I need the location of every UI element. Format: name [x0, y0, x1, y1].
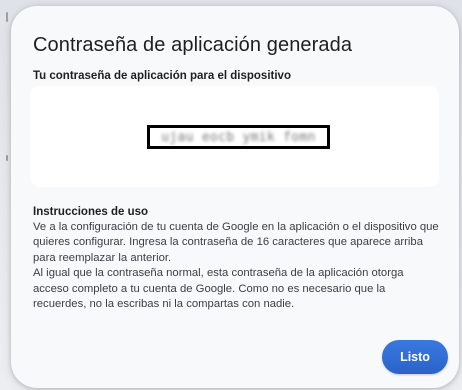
generated-password: ujau eocb ymik fomn	[161, 129, 316, 145]
password-label: Tu contraseña de aplicación para el disp…	[33, 70, 291, 82]
instructions-paragraph: Al igual que la contraseña normal, esta …	[33, 267, 404, 311]
instructions-heading: Instrucciones de uso	[33, 206, 149, 218]
backdrop-mark	[6, 155, 8, 161]
backdrop-mark	[6, 12, 8, 22]
instructions-text: Ve a la configuración de tu cuenta de Go…	[33, 220, 439, 312]
dialog-title: Contraseña de aplicación generada	[33, 34, 353, 56]
redacted-password-frame: ujau eocb ymik fomn	[147, 125, 330, 149]
done-button[interactable]: Listo	[382, 340, 448, 374]
instructions-paragraph: Ve a la configuración de tu cuenta de Go…	[33, 221, 439, 264]
password-display-box: ujau eocb ymik fomn	[30, 86, 439, 187]
app-password-dialog: Contraseña de aplicación generada Tu con…	[11, 6, 459, 388]
